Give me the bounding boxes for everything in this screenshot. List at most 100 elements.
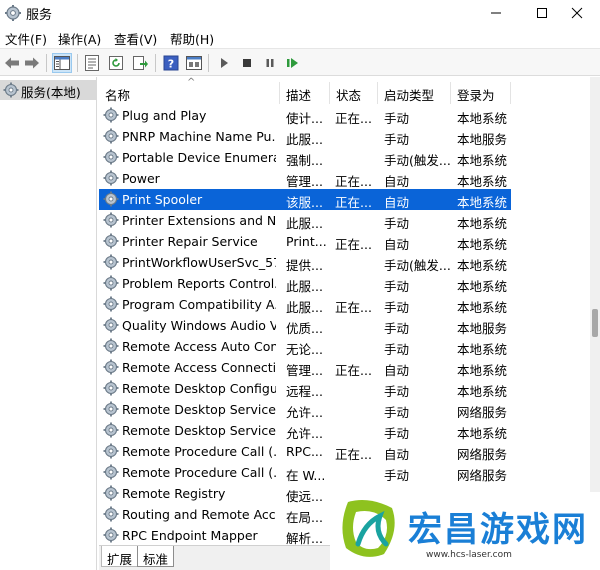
service-status: 正在... bbox=[335, 447, 372, 462]
maximize-icon bbox=[537, 8, 547, 18]
pause-service-button[interactable] bbox=[260, 53, 280, 73]
service-log-on-as: 本地系统 bbox=[457, 384, 508, 399]
service-name: RPC Endpoint Mapper bbox=[122, 528, 258, 543]
service-gear-icon bbox=[103, 128, 119, 144]
service-name: Remote Desktop Configu... bbox=[122, 381, 276, 396]
service-name: Remote Access Connecti... bbox=[122, 360, 276, 375]
service-description: 此服... bbox=[286, 132, 323, 147]
service-description: 此服... bbox=[286, 279, 323, 294]
service-name: Remote Desktop Services bbox=[122, 402, 276, 417]
service-name: Printer Repair Service bbox=[122, 234, 258, 249]
table-row[interactable]: PrintWorkflowUserSvc_57... 提供... 手动(触发... 本… bbox=[99, 252, 511, 273]
service-name: Problem Reports Control... bbox=[122, 276, 276, 291]
service-name: Printer Extensions and N... bbox=[122, 213, 276, 228]
tab-standard[interactable]: 标准 bbox=[137, 546, 175, 567]
table-row[interactable]: Remote Procedure Call (... 在 W... 手动 网络服务 bbox=[99, 462, 511, 483]
table-row[interactable]: Remote Procedure Call (... RPC... 正在... 自动 网… bbox=[99, 441, 511, 462]
menu-bar: 文件(F) 操作(A) 查看(V) 帮助(H) bbox=[0, 26, 600, 48]
service-log-on-as: 本地系统 bbox=[457, 258, 508, 273]
menu-help[interactable]: 帮助(H) bbox=[170, 29, 214, 48]
column-header-status[interactable]: 状态 bbox=[330, 82, 378, 104]
start-service-icon bbox=[221, 58, 228, 68]
stop-service-button[interactable] bbox=[237, 53, 257, 73]
service-log-on-as: 网络服务 bbox=[457, 447, 508, 462]
service-status: 正在... bbox=[335, 363, 372, 378]
service-description: 管理... bbox=[286, 363, 323, 378]
toolbar-separator bbox=[155, 54, 156, 72]
service-log-on-as: 本地系统 bbox=[457, 342, 508, 357]
menu-file[interactable]: 文件(F) bbox=[5, 29, 47, 48]
minimize-button[interactable] bbox=[473, 0, 519, 26]
show-tree-icon bbox=[54, 56, 70, 70]
start-service-button[interactable] bbox=[214, 53, 234, 73]
table-row[interactable]: Printer Repair Service Print... 正在... 自动 本地系… bbox=[99, 231, 511, 252]
service-startup-type: 自动 bbox=[384, 195, 410, 210]
service-startup-type: 手动 bbox=[384, 132, 410, 147]
table-row[interactable]: Remote Access Connecti... 管理... 正在... 自动 本地系… bbox=[99, 357, 511, 378]
table-row[interactable]: Program Compatibility A... 此服... 正在... 手动 本地… bbox=[99, 294, 511, 315]
console-view-button[interactable] bbox=[184, 53, 204, 73]
title-bar: 服务 bbox=[0, 0, 600, 26]
column-header-log-on-as[interactable]: 登录为 bbox=[451, 82, 511, 104]
table-row[interactable]: PNRP Machine Name Pu... 此服... 手动 本地服务 bbox=[99, 126, 511, 147]
restart-service-icon bbox=[287, 58, 298, 68]
table-row[interactable]: Printer Extensions and N... 此服... 手动 本地系统 bbox=[99, 210, 511, 231]
table-row[interactable]: Power 管理... 正在... 自动 本地系统 bbox=[99, 168, 511, 189]
menu-view[interactable]: 查看(V) bbox=[114, 29, 157, 48]
table-row[interactable]: Remote Desktop Configu... 远程... 手动 本地系统 bbox=[99, 378, 511, 399]
table-row[interactable]: Portable Device Enumera... 强制... 手动(触发... 本… bbox=[99, 147, 511, 168]
export-list-button[interactable] bbox=[130, 53, 150, 73]
column-header-description[interactable]: 描述 bbox=[280, 82, 330, 104]
service-startup-type: 手动 bbox=[384, 321, 410, 336]
table-row[interactable]: Remote Desktop Services 允许... 手动 网络服务 bbox=[99, 399, 511, 420]
restart-service-button[interactable] bbox=[283, 53, 303, 73]
service-gear-icon bbox=[103, 212, 119, 228]
service-startup-type: 自动 bbox=[384, 237, 410, 252]
service-name: Program Compatibility A... bbox=[122, 297, 276, 312]
scrollbar-thumb[interactable] bbox=[592, 309, 598, 337]
refresh-button[interactable] bbox=[106, 53, 126, 73]
console-view-icon bbox=[186, 56, 202, 70]
close-button[interactable] bbox=[554, 0, 600, 26]
service-description: 允许... bbox=[286, 426, 323, 441]
service-startup-type: 手动 bbox=[384, 342, 410, 357]
service-name: Remote Access Auto Con... bbox=[122, 339, 276, 354]
service-description: Print... bbox=[286, 234, 326, 249]
tab-extended[interactable]: 扩展 bbox=[101, 546, 139, 567]
column-header-startup-type[interactable]: 启动类型 bbox=[378, 82, 451, 104]
menu-action[interactable]: 操作(A) bbox=[58, 29, 101, 48]
service-name: Routing and Remote Acc... bbox=[122, 507, 276, 522]
table-row[interactable]: Remote Access Auto Con... 无论... 手动 本地系统 bbox=[99, 336, 511, 357]
table-row[interactable]: Print Spooler 该服... 正在... 自动 本地系统 bbox=[99, 189, 511, 210]
back-button[interactable] bbox=[2, 53, 22, 73]
service-description: RPC... bbox=[286, 444, 323, 459]
table-row[interactable]: Quality Windows Audio V... 优质... 手动 本地服务 bbox=[99, 315, 511, 336]
service-startup-type: 自动 bbox=[384, 447, 410, 462]
tree-item-local-services[interactable]: 服务(本地) bbox=[0, 80, 96, 100]
help-button[interactable]: ? bbox=[161, 53, 181, 73]
service-gear-icon bbox=[103, 527, 119, 543]
table-row[interactable]: Plug and Play 使计... 正在... 手动 本地系统 bbox=[99, 105, 511, 126]
vertical-scrollbar[interactable] bbox=[590, 77, 600, 547]
forward-button[interactable] bbox=[22, 53, 42, 73]
properties-button[interactable] bbox=[82, 53, 102, 73]
column-header-name[interactable]: 名称 bbox=[99, 82, 280, 104]
service-gear-icon bbox=[103, 254, 119, 270]
service-description: 使计... bbox=[286, 111, 323, 126]
service-gear-icon bbox=[103, 506, 119, 522]
service-startup-type: 手动 bbox=[384, 468, 410, 483]
service-gear-icon bbox=[103, 401, 119, 417]
service-gear-icon bbox=[103, 191, 119, 207]
table-row[interactable]: Problem Reports Control... 此服... 手动 本地系统 bbox=[99, 273, 511, 294]
tree-item-label: 服务(本地) bbox=[21, 85, 81, 100]
service-gear-icon bbox=[103, 485, 119, 501]
service-log-on-as: 本地服务 bbox=[457, 321, 508, 336]
services-gear-icon bbox=[3, 82, 19, 98]
show-tree-button[interactable] bbox=[52, 53, 72, 73]
table-row[interactable]: Remote Desktop Service... 允许... 手动 本地系统 bbox=[99, 420, 511, 441]
service-startup-type: 手动(触发... bbox=[384, 153, 450, 168]
service-description: 无论... bbox=[286, 342, 323, 357]
service-gear-icon bbox=[103, 338, 119, 354]
service-description: 管理... bbox=[286, 174, 323, 189]
service-startup-type: 手动 bbox=[384, 405, 410, 420]
